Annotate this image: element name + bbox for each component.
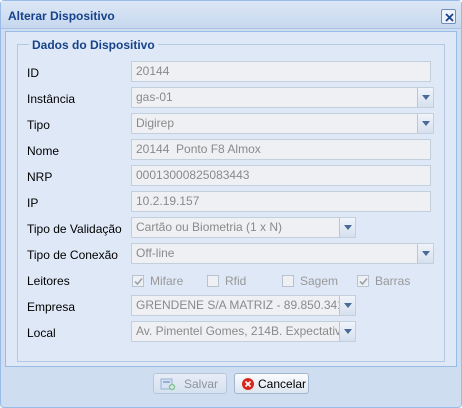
leitor-sagem-label: Sagem (300, 274, 339, 288)
local-label: Local (27, 326, 56, 340)
instancia-value: gas-01 (136, 90, 173, 104)
save-button-label: Salvar (184, 377, 219, 391)
instancia-combo[interactable]: gas-01 (131, 87, 434, 108)
close-button[interactable] (441, 9, 456, 24)
nome-value: 20144 Ponto F8 Almox (136, 142, 261, 156)
chevron-down-icon (422, 121, 430, 126)
chevron-down-icon (344, 329, 352, 334)
dialog-window: Alterar Dispositivo Dados do Dispositivo… (0, 0, 462, 408)
tipo-validacao-label: Tipo de Validação (27, 222, 122, 236)
empresa-value: GRENDENE S/A MATRIZ - 89.850.341, (136, 298, 348, 312)
ip-value: 10.2.19.157 (136, 194, 200, 208)
nome-label: Nome (27, 144, 60, 158)
nome-field[interactable]: 20144 Ponto F8 Almox (131, 139, 431, 160)
save-icon (160, 378, 176, 391)
chevron-down-icon (422, 95, 430, 100)
tipo-label: Tipo (27, 118, 50, 132)
tipo-combo[interactable]: Digirep (131, 113, 434, 134)
nrp-value: 00013000825083443 (136, 168, 250, 182)
leitor-barras-label: Barras (375, 274, 411, 288)
leitor-rfid-label: Rfid (225, 274, 247, 288)
cancel-button-label: Cancelar (258, 377, 307, 391)
instancia-dropdown-button[interactable] (417, 88, 433, 107)
close-icon (445, 13, 454, 22)
save-button[interactable]: Salvar (153, 373, 227, 394)
tipo-dropdown-button[interactable] (417, 114, 433, 133)
empresa-combo[interactable]: GRENDENE S/A MATRIZ - 89.850.341, (131, 295, 356, 316)
check-icon (134, 277, 143, 286)
dialog-title: Alterar Dispositivo (8, 9, 115, 23)
tipo-conexao-dropdown-button[interactable] (417, 244, 433, 263)
id-field[interactable]: 20144 (131, 61, 431, 82)
tipo-conexao-label: Tipo de Conexão (27, 248, 118, 262)
tipo-conexao-combo[interactable]: Off-line (131, 243, 434, 264)
checkbox-box (357, 275, 369, 287)
tipo-validacao-dropdown-button[interactable] (339, 218, 355, 237)
fieldset-legend: Dados do Dispositivo (29, 38, 158, 52)
checkbox-box (132, 275, 144, 287)
id-value: 20144 (136, 64, 170, 78)
cancel-icon (242, 378, 254, 390)
tipo-conexao-value: Off-line (136, 246, 175, 260)
id-label: ID (27, 66, 39, 80)
nrp-label: NRP (27, 170, 53, 184)
leitor-mifare-label: Mifare (150, 274, 184, 288)
local-combo[interactable]: Av. Pimentel Gomes, 214B. Expectativ (131, 321, 356, 342)
empresa-label: Empresa (27, 300, 76, 314)
local-value: Av. Pimentel Gomes, 214B. Expectativ (136, 324, 341, 338)
tipo-value: Digirep (136, 116, 175, 130)
nrp-field[interactable]: 00013000825083443 (131, 165, 431, 186)
empresa-dropdown-button[interactable] (339, 296, 355, 315)
cancel-button[interactable]: Cancelar (234, 373, 309, 394)
ip-field[interactable]: 10.2.19.157 (131, 191, 431, 212)
title-bar[interactable]: Alterar Dispositivo (1, 1, 461, 29)
leitores-label: Leitores (27, 274, 70, 288)
tipo-validacao-value: Cartão ou Biometria (1 x N) (136, 220, 283, 234)
check-icon (359, 277, 368, 286)
checkbox-box (282, 275, 294, 287)
checkbox-box (207, 275, 219, 287)
instancia-label: Instância (27, 92, 76, 106)
tipo-validacao-combo[interactable]: Cartão ou Biometria (1 x N) (131, 217, 356, 238)
local-dropdown-button[interactable] (339, 322, 355, 341)
chevron-down-icon (344, 225, 352, 230)
chevron-down-icon (422, 251, 430, 256)
chevron-down-icon (344, 303, 352, 308)
ip-label: IP (27, 196, 39, 210)
